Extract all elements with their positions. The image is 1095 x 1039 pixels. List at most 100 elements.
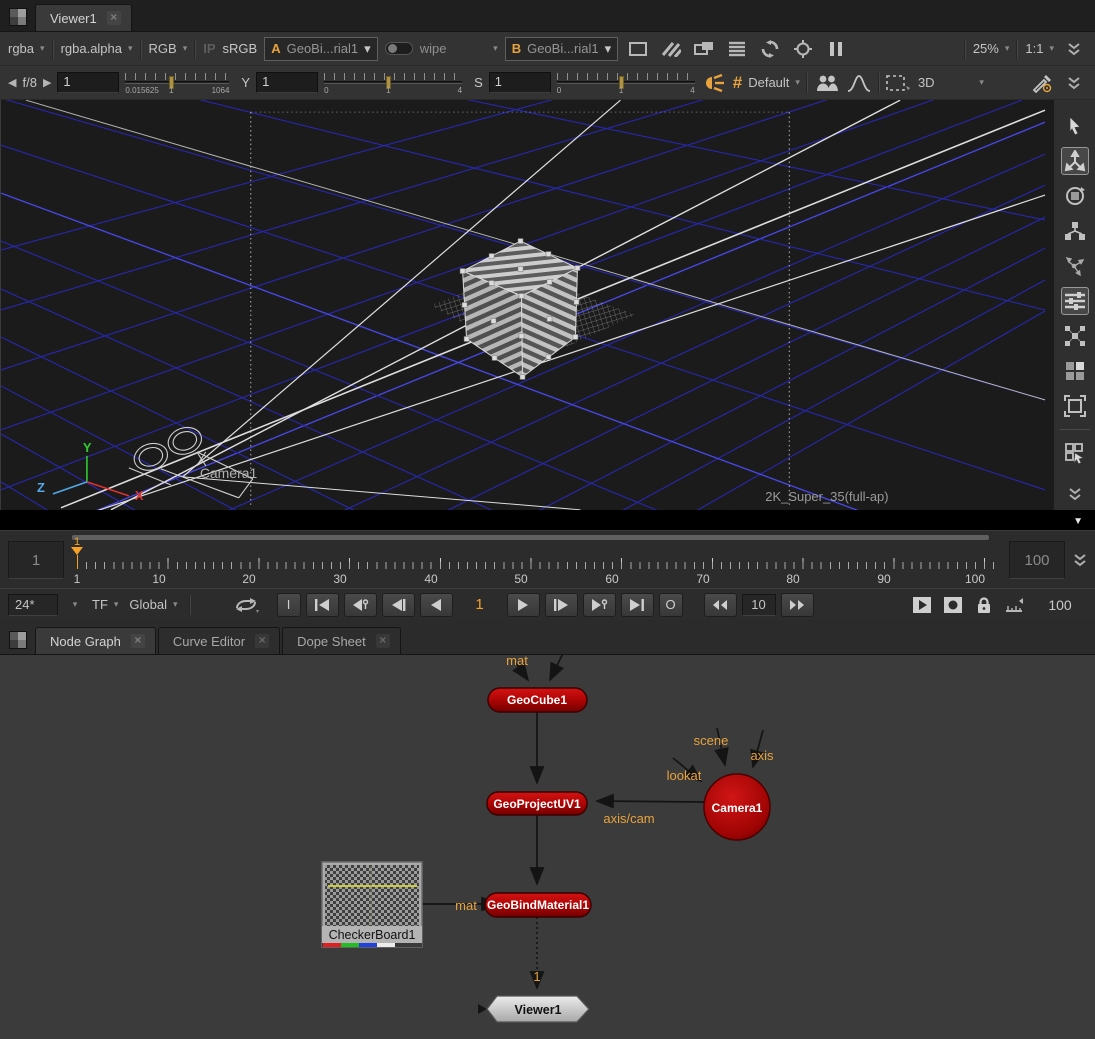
node-geobindmaterial1[interactable]: GeoBindMaterial1	[485, 893, 591, 917]
pane-menu-icon[interactable]	[9, 8, 27, 26]
pixel-aspect-dropdown[interactable]: 1:1▾	[1025, 41, 1054, 56]
frame-selection-icon[interactable]	[1061, 392, 1089, 420]
collapse-timeline-icon[interactable]	[1073, 553, 1087, 567]
view-preset-dropdown[interactable]: Default▾	[748, 75, 800, 90]
display-channels-dropdown[interactable]: RGB▾	[149, 41, 188, 56]
close-icon[interactable]: ×	[131, 634, 145, 648]
loop-mode-icon[interactable]	[230, 593, 262, 617]
fps-display[interactable]: 24*	[8, 594, 58, 616]
grid-hash-icon[interactable]: #	[733, 73, 742, 93]
record-button[interactable]	[940, 593, 966, 617]
input-process-button[interactable]: IP	[203, 41, 215, 56]
node-viewer1[interactable]: Viewer1	[478, 996, 589, 1022]
flipbook-button[interactable]	[909, 593, 935, 617]
pause-icon[interactable]	[823, 37, 849, 61]
viewer-3d-viewport[interactable]: Camera1 Y X Z 2K_Super_35(full-ap)	[0, 100, 1095, 510]
gain-input[interactable]: 1	[57, 72, 119, 93]
wipe-toggle[interactable]	[385, 42, 413, 55]
in-point-button[interactable]: I	[277, 593, 301, 617]
viewport-canvas[interactable]: Camera1 Y X Z 2K_Super_35(full-ap)	[1, 100, 1053, 510]
tick-label: 30	[333, 572, 346, 586]
stereo-people-icon[interactable]	[814, 71, 840, 95]
next-keyframe-button[interactable]	[583, 593, 616, 617]
goto-end-button[interactable]	[621, 593, 654, 617]
frame-increment-input[interactable]: 10	[742, 594, 776, 616]
b-buffer-select[interactable]: B GeoBi...rial1 ▾	[505, 37, 618, 61]
fstop-label[interactable]: f/8	[22, 75, 36, 90]
tf-dropdown[interactable]: TF▾	[92, 597, 118, 612]
fps-dropdown-icon[interactable]: ▾	[63, 593, 87, 617]
alpha-dropdown[interactable]: rgba.alpha▾	[61, 41, 133, 56]
play-backward-button[interactable]	[420, 593, 453, 617]
goto-start-button[interactable]	[306, 593, 339, 617]
node-geocube1[interactable]: GeoCube1	[488, 688, 587, 712]
timeline-scrollbar[interactable]	[72, 535, 989, 540]
lock-range-icon[interactable]	[971, 593, 997, 617]
panel-divider[interactable]: ▼	[0, 510, 1095, 530]
falloff-curve-icon[interactable]	[846, 71, 872, 95]
timeline-ruler[interactable]: 1 10 20 30 40 50 60 70 80 90 100 1	[72, 531, 1003, 588]
gain-slider[interactable]: 0.015625 1 1064	[125, 70, 229, 96]
gain-prev-icon[interactable]: ◀	[8, 76, 16, 89]
collapse-toolbar-icon[interactable]	[1061, 37, 1087, 61]
step-back-button[interactable]	[382, 593, 415, 617]
zoom-level-dropdown[interactable]: 25%▾	[973, 41, 1010, 56]
saturation-input[interactable]: 1	[489, 72, 551, 93]
wipe-mode-dropdown[interactable]: wipe▾	[420, 41, 498, 56]
select-tool-icon[interactable]	[1061, 112, 1089, 140]
headlamp-icon[interactable]	[701, 71, 727, 95]
scene-hierarchy-icon[interactable]	[1061, 217, 1089, 245]
tab-curve-editor[interactable]: Curve Editor ×	[158, 627, 280, 654]
saturation-slider[interactable]: 0 1 4	[557, 70, 695, 96]
node-geoprojectuv1[interactable]: GeoProjectUV1	[487, 792, 587, 815]
gamma-slider[interactable]: 0 1 4	[324, 70, 462, 96]
translate-tool-icon[interactable]	[1061, 147, 1089, 175]
frame-range-dropdown[interactable]: Global▾	[129, 597, 177, 612]
playhead[interactable]: 1	[71, 537, 83, 569]
gamma-display-icon[interactable]	[625, 37, 651, 61]
decrement-frame-button[interactable]	[704, 593, 737, 617]
render-range-icon[interactable]	[1002, 593, 1028, 617]
prev-keyframe-button[interactable]	[344, 593, 377, 617]
scanline-stripes-icon[interactable]	[724, 37, 750, 61]
rotate-tool-icon[interactable]	[1061, 182, 1089, 210]
increment-frame-button[interactable]	[781, 593, 814, 617]
marquee-select-icon[interactable]	[886, 71, 912, 95]
current-frame-display[interactable]: 1	[458, 596, 502, 613]
play-forward-button[interactable]	[507, 593, 540, 617]
divider-handle-icon[interactable]: ▼	[1073, 516, 1083, 527]
a-buffer-select[interactable]: A GeoBi...rial1 ▾	[264, 37, 377, 61]
soft-select-icon[interactable]	[1061, 252, 1089, 280]
colorspace-button[interactable]: sRGB	[223, 41, 258, 56]
node-camera1[interactable]: Camera1	[704, 774, 770, 840]
refresh-icon[interactable]	[757, 37, 783, 61]
collapse-toolbar-icon[interactable]	[1061, 71, 1087, 95]
tab-node-graph[interactable]: Node Graph ×	[35, 627, 156, 654]
tab-dope-sheet[interactable]: Dope Sheet ×	[282, 627, 401, 654]
checker-wipe-icon[interactable]	[658, 37, 684, 61]
region-select-icon[interactable]	[1061, 439, 1089, 467]
view-mode-dropdown[interactable]: 3D▾	[918, 75, 984, 90]
close-icon[interactable]: ×	[255, 634, 269, 648]
pane-menu-icon[interactable]	[9, 631, 27, 649]
multi-slider-icon[interactable]	[1061, 287, 1089, 315]
close-icon[interactable]: ×	[376, 634, 390, 648]
range-end-display[interactable]: 100	[1009, 541, 1065, 579]
step-forward-button[interactable]	[545, 593, 578, 617]
proxy-panels-icon[interactable]	[691, 37, 717, 61]
node-checkerboard1[interactable]: CheckerBoard1	[322, 862, 422, 947]
roi-target-icon[interactable]	[790, 37, 816, 61]
gamma-input[interactable]: 1	[256, 72, 318, 93]
close-icon[interactable]: ×	[107, 11, 121, 25]
vertex-grid-icon[interactable]	[1061, 322, 1089, 350]
layer-dropdown[interactable]: rgba▾	[8, 41, 45, 56]
out-point-button[interactable]: O	[659, 593, 683, 617]
playback-end-display[interactable]: 100	[1033, 597, 1087, 613]
tab-viewer1[interactable]: Viewer1 ×	[35, 4, 132, 31]
gain-next-icon[interactable]: ▶	[43, 76, 51, 89]
color-sample-icon[interactable]	[1029, 71, 1055, 95]
range-start-display[interactable]: 1	[8, 541, 64, 579]
layout-panes-icon[interactable]	[1061, 357, 1089, 385]
collapse-side-toolbar-icon[interactable]	[1061, 480, 1089, 508]
node-graph-canvas[interactable]: mat scene axis lookat axis/cam mat 1 Geo…	[0, 655, 1095, 1039]
